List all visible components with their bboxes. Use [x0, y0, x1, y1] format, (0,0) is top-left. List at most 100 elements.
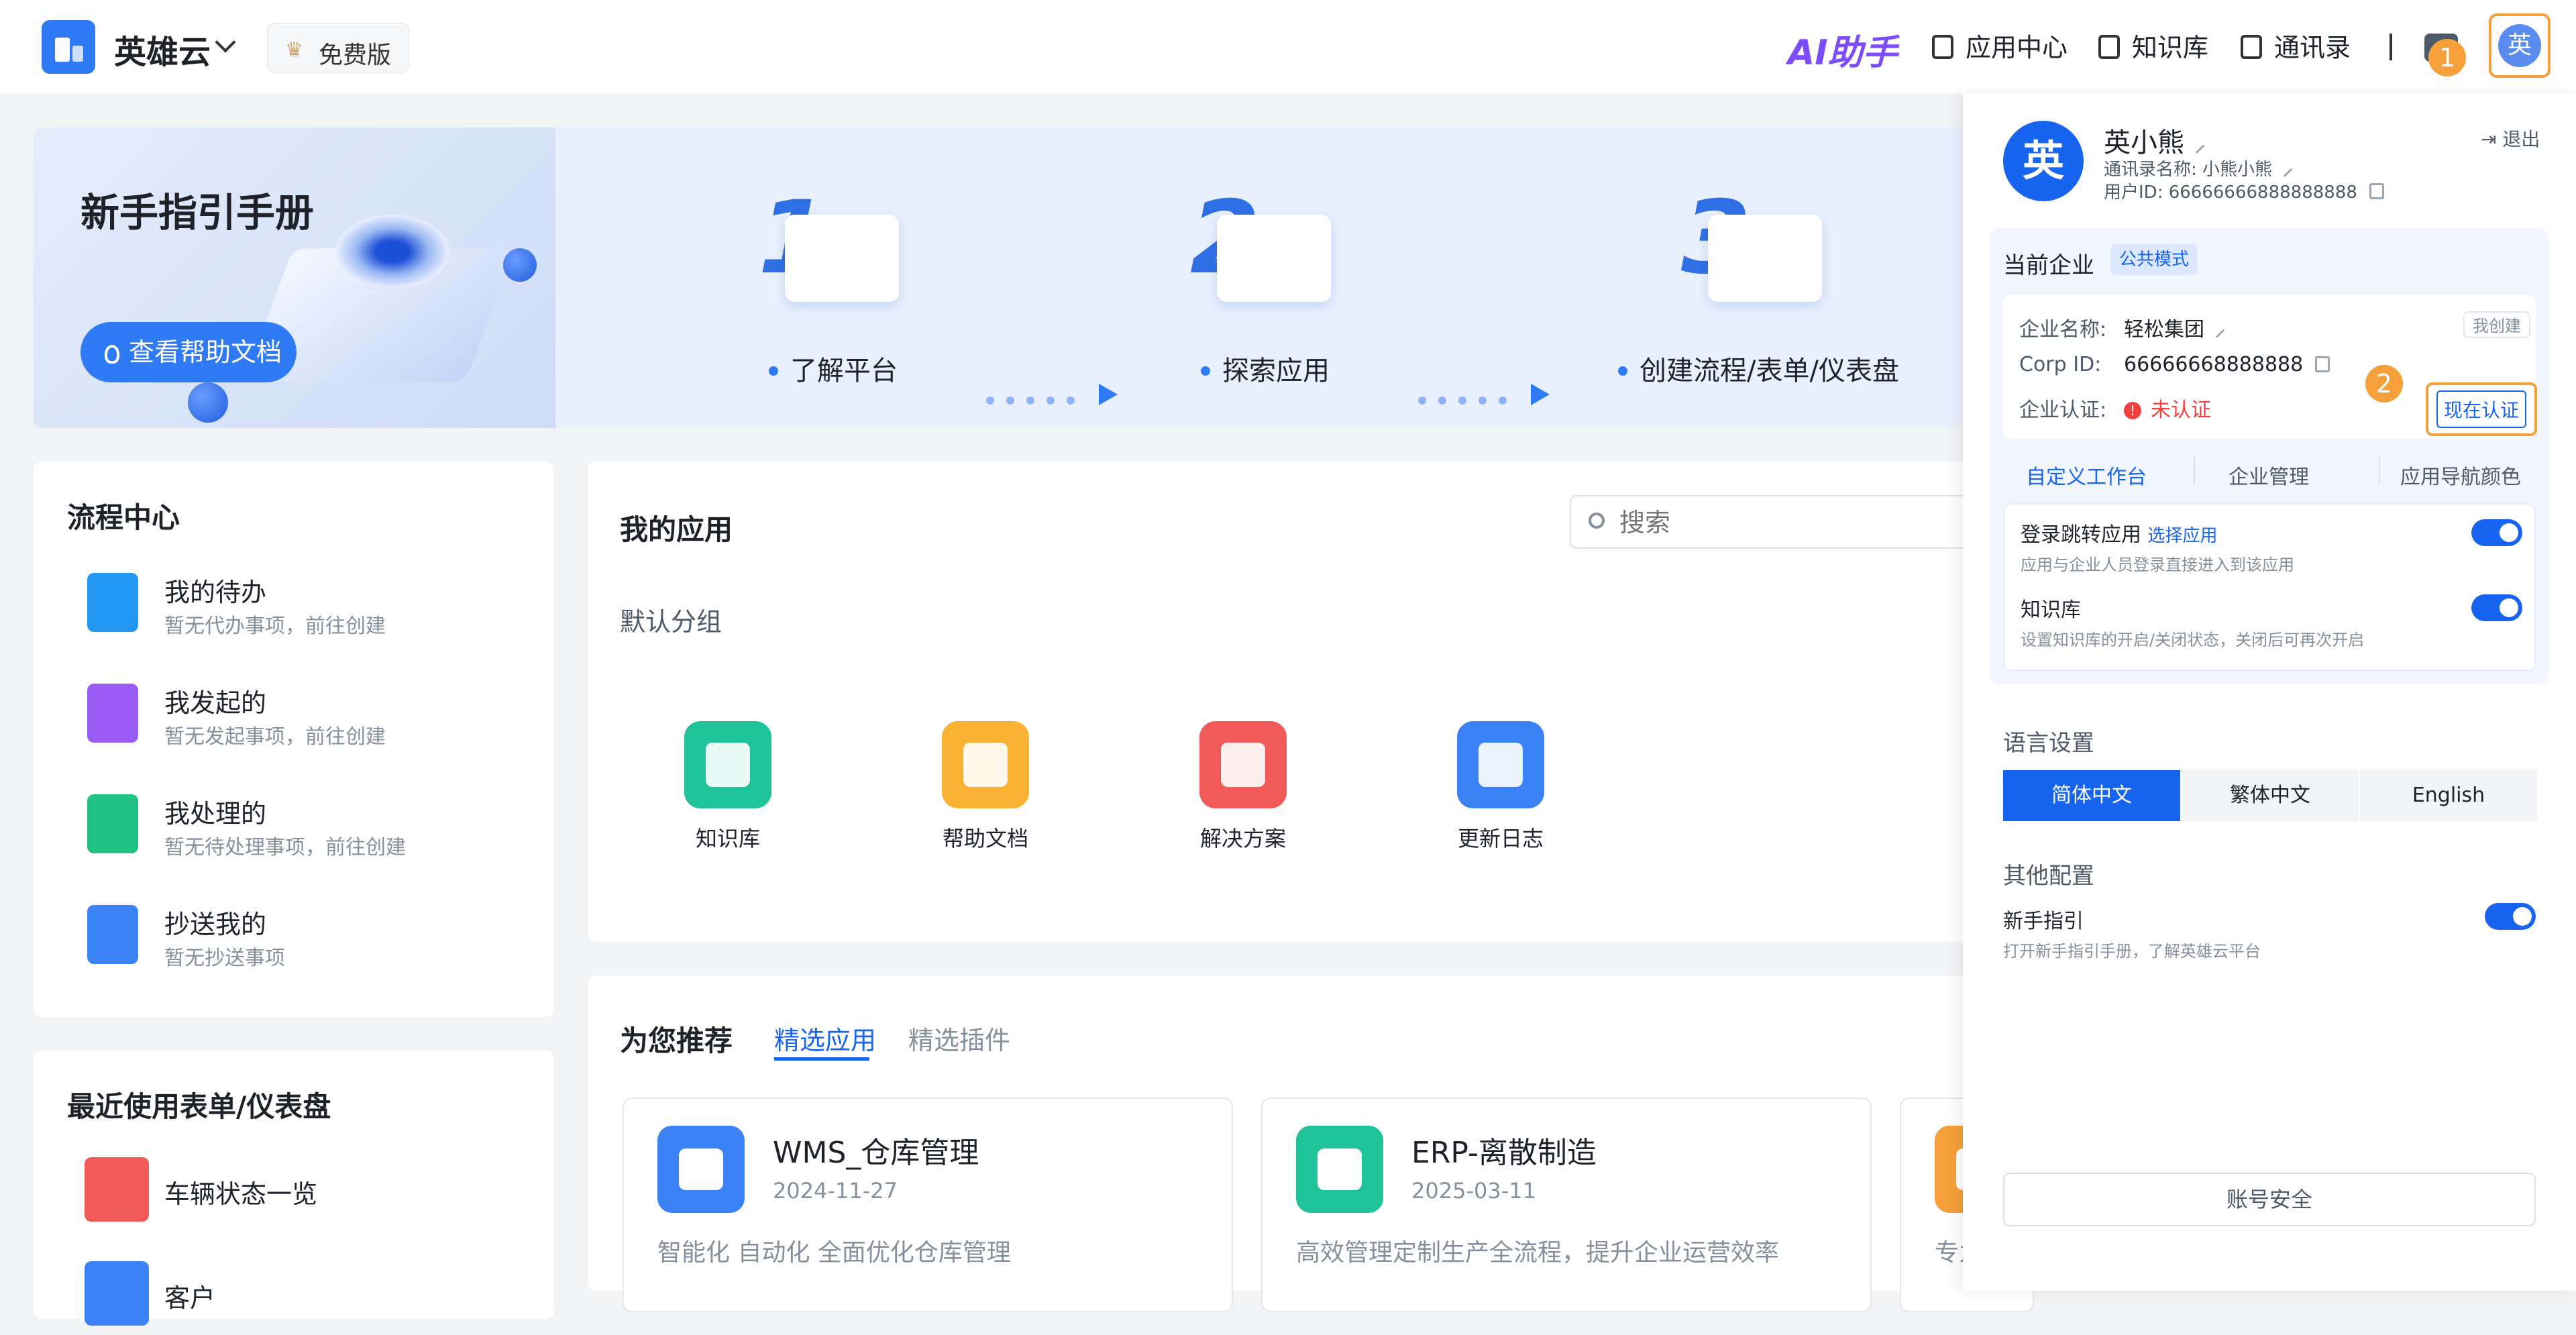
plan-badge[interactable]: ♛ 免费版	[267, 23, 409, 72]
ent-name: 轻松集团	[2124, 313, 2225, 342]
cert-label: 企业认证:	[2019, 398, 2107, 422]
flow-item-todo[interactable]: 我的待办 暂无代办事项，前往创建	[54, 562, 496, 643]
login-jump-toggle[interactable]	[2471, 519, 2522, 546]
lang-traditional-chinese[interactable]: 繁体中文	[2182, 770, 2359, 821]
recent-item[interactable]: 客户	[54, 1254, 496, 1335]
nav-knowledge-base[interactable]: 知识库	[2098, 27, 2208, 67]
enterprise-section: 当前企业 公共模式 企业名称: 轻松集团 我创建 Corp ID: 666666…	[1990, 228, 2549, 684]
step-illustration-1[interactable]: 1	[758, 188, 919, 322]
created-tag: 我创建	[2463, 311, 2530, 338]
edit-icon[interactable]	[2188, 137, 2205, 154]
copy-icon[interactable]	[2369, 183, 2384, 199]
help-docs-button[interactable]: 查看帮助文档	[80, 322, 297, 382]
step-label-2[interactable]: 探索应用	[1201, 349, 1330, 388]
rec-card-name: ERP-离散制造	[1411, 1136, 1597, 1170]
flow-item-subtitle: 暂无发起事项，前往创建	[164, 725, 386, 749]
choose-app-link[interactable]: 选择应用	[2148, 526, 2218, 546]
rec-card-erp[interactable]: ERP-离散制造 2025-03-11 高效管理定制生产全流程，提升企业运营效率	[1261, 1098, 1872, 1312]
verify-now-button[interactable]: 现在认证	[2436, 390, 2526, 428]
rec-card-date: 2025-03-11	[1411, 1178, 1536, 1204]
kb-toggle[interactable]	[2471, 594, 2522, 621]
nav-label: 知识库	[2132, 33, 2209, 62]
app-help-docs[interactable]: 帮助文档	[912, 721, 1046, 855]
corp-id-text: 66666668888888	[2124, 353, 2304, 376]
progress-dots	[986, 394, 1087, 407]
flow-item-processed[interactable]: 我处理的 暂无待处理事项，前往创建	[54, 784, 496, 864]
brand-logo-icon[interactable]	[42, 20, 95, 74]
divider	[2194, 458, 2195, 484]
ent-name-text: 轻松集团	[2124, 318, 2204, 341]
guide-label: 新手指引	[2003, 910, 2084, 933]
app-knowledge-base[interactable]: 知识库	[655, 721, 789, 855]
rec-card-wms[interactable]: WMS_仓库管理 2024-11-27 智能化 自动化 全面优化仓库管理	[623, 1098, 1233, 1312]
logout-button[interactable]: ⇥ 退出	[2481, 125, 2540, 152]
avatar: 英	[2498, 24, 2541, 67]
app-solutions[interactable]: 解决方案	[1170, 721, 1304, 855]
public-mode-tag: 公共模式	[2110, 244, 2198, 275]
tab-featured-plugins[interactable]: 精选插件	[908, 1020, 1010, 1057]
step-illustration-3[interactable]: 3	[1681, 188, 1842, 322]
play-icon	[87, 684, 138, 743]
step-marker-1: 1	[2428, 39, 2466, 76]
nav-label: 应用中心	[1966, 33, 2068, 62]
brand-name[interactable]: 英雄云	[114, 25, 211, 72]
recent-forms-title: 最近使用表单/仪表盘	[67, 1090, 331, 1123]
lang-simplified-chinese[interactable]: 简体中文	[2003, 770, 2180, 821]
flow-item-title: 我发起的	[164, 688, 267, 718]
illustration-ball	[188, 382, 228, 423]
contact-name-text: 通讯录名称: 小熊小熊	[2104, 160, 2273, 180]
flow-item-initiated[interactable]: 我发起的 暂无发起事项，前往创建	[54, 673, 496, 753]
account-security-button[interactable]: 账号安全	[2003, 1173, 2536, 1226]
recent-item[interactable]: 车辆状态一览	[54, 1151, 496, 1231]
ai-assistant-button[interactable]: AI助手	[1788, 24, 1898, 74]
guide-toggle[interactable]	[2485, 903, 2536, 930]
corp-id: 66666668888888	[2124, 353, 2330, 376]
flow-item-cc[interactable]: 抄送我的 暂无抄送事项	[54, 894, 496, 975]
tab-featured-apps[interactable]: 精选应用	[774, 1020, 876, 1057]
user-name-text: 英小熊	[2104, 127, 2184, 158]
nav-label: 通讯录	[2274, 33, 2351, 62]
chart-icon	[1708, 215, 1822, 302]
banner-title: 新手指引手册	[80, 190, 315, 235]
login-jump-row: 登录跳转应用 选择应用	[2021, 518, 2218, 547]
verify-now-highlight[interactable]: 现在认证	[2426, 382, 2537, 436]
crown-icon: ♛	[285, 38, 303, 62]
nav-contacts[interactable]: 通讯录	[2241, 27, 2351, 67]
rec-card-desc: 高效管理定制生产全流程，提升企业运营效率	[1296, 1239, 1780, 1267]
guide-desc: 打开新手指引手册，了解英雄云平台	[2003, 942, 2261, 961]
link-enterprise-management[interactable]: 企业管理	[2229, 460, 2309, 490]
copy-icon[interactable]	[2315, 356, 2330, 372]
corp-id-label: Corp ID:	[2019, 353, 2102, 376]
contact-name: 通讯录名称: 小熊小熊	[2104, 156, 2293, 180]
step-illustration-2[interactable]: 2	[1190, 188, 1351, 322]
app-label: 更新日志	[1457, 826, 1544, 851]
link-custom-workbench[interactable]: 自定义工作台	[2026, 460, 2147, 490]
chevron-down-icon[interactable]	[215, 32, 236, 53]
bell-icon	[87, 573, 138, 632]
logout-label: 退出	[2502, 128, 2540, 150]
form-icon	[85, 1261, 149, 1326]
nav-app-center[interactable]: 应用中心	[1932, 27, 2068, 67]
step-marker-2: 2	[2365, 365, 2403, 403]
illustration-ball	[503, 248, 537, 282]
id-card-icon	[1457, 721, 1544, 808]
link-app-nav-color[interactable]: 应用导航颜色	[2400, 460, 2521, 490]
arrow-right-icon	[1099, 384, 1118, 405]
current-enterprise-label: 当前企业	[2003, 252, 2094, 279]
plan-label: 免费版	[319, 42, 392, 69]
lang-english[interactable]: English	[2360, 770, 2537, 821]
step-label-3[interactable]: 创建流程/表单/仪表盘	[1618, 349, 1899, 388]
edit-icon[interactable]	[2275, 160, 2293, 177]
search-field[interactable]	[1570, 495, 1986, 549]
step-label-1[interactable]: 了解平台	[769, 349, 898, 388]
user-name[interactable]: 英小熊	[2104, 121, 2205, 160]
app-changelog[interactable]: 更新日志	[1428, 721, 1562, 855]
app-label: 知识库	[695, 826, 760, 851]
active-tab-indicator	[774, 1057, 869, 1061]
edit-icon[interactable]	[2208, 321, 2225, 338]
flow-item-subtitle: 暂无抄送事项	[164, 947, 285, 970]
user-id: 用户ID: 66666666888888888	[2104, 178, 2384, 203]
user-avatar-button[interactable]: 英	[2489, 13, 2551, 78]
app-center-icon	[1932, 35, 1953, 59]
search-input[interactable]	[1618, 503, 1970, 542]
